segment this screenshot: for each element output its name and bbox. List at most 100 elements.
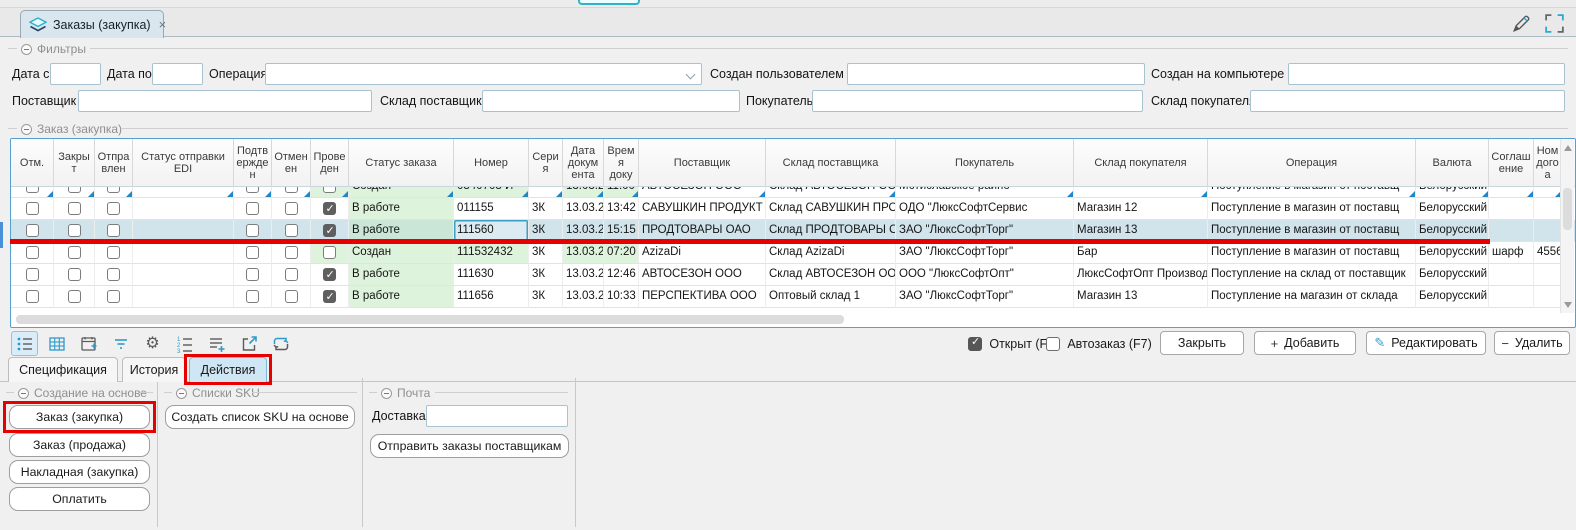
checkbox-confirmed[interactable] xyxy=(246,187,259,193)
column-header-operation[interactable]: Операция xyxy=(1208,139,1416,186)
checkbox-sent[interactable] xyxy=(107,187,120,193)
cell-otm[interactable] xyxy=(11,242,54,264)
scroll-down-icon[interactable] xyxy=(1564,302,1572,308)
cell-agreement[interactable] xyxy=(1489,286,1534,308)
cell-number[interactable]: 111656 xyxy=(454,286,529,308)
column-header-agreement[interactable]: Соглашение xyxy=(1489,139,1534,186)
column-header-sent[interactable]: Отправлен xyxy=(95,139,133,186)
cell-agreement[interactable] xyxy=(1489,198,1534,220)
cell-date[interactable]: 13.03.24 xyxy=(563,187,604,198)
cell-supplier_wh[interactable]: Склад АВТОСЕЗОН ООО xyxy=(766,187,896,198)
checkbox-otm[interactable] xyxy=(26,224,39,237)
cell-series[interactable]: 3К xyxy=(529,242,563,264)
supplier-input[interactable] xyxy=(78,90,372,112)
order-sale-button[interactable]: Заказ (продажа) xyxy=(9,433,150,457)
grid-view-icon[interactable] xyxy=(43,331,70,356)
cell-confirmed[interactable] xyxy=(234,187,272,198)
details-view-icon[interactable] xyxy=(11,331,38,356)
date-to-input[interactable] xyxy=(152,63,203,85)
cell-date[interactable]: 13.03.24 xyxy=(563,286,604,308)
cell-status[interactable]: Создан xyxy=(349,242,454,264)
collapse-icon[interactable] xyxy=(18,388,29,399)
cell-time[interactable]: 13:42 xyxy=(604,198,639,220)
cell-posted[interactable] xyxy=(311,264,349,286)
column-header-currency[interactable]: Валюта xyxy=(1416,139,1489,186)
checkbox-confirmed[interactable] xyxy=(246,246,259,259)
table-row[interactable]: В работе0111553К13.03.2413:42САВУШКИН ПР… xyxy=(11,198,1575,220)
cell-operation[interactable]: Поступление на магазин от склада xyxy=(1208,286,1416,308)
cell-buyer[interactable]: ОДО "ЛюксСофтСервис xyxy=(896,198,1074,220)
supplier-warehouse-input[interactable] xyxy=(482,90,740,112)
column-header-status[interactable]: Статус заказа xyxy=(349,139,454,186)
checkbox-closed[interactable] xyxy=(68,224,81,237)
checkbox-closed[interactable] xyxy=(68,187,81,193)
cell-currency[interactable]: Белорусский xyxy=(1416,286,1489,308)
cell-currency[interactable]: Белорусский xyxy=(1416,264,1489,286)
tab-history[interactable]: История xyxy=(122,357,186,382)
date-from-input[interactable] xyxy=(50,63,101,85)
column-header-otm[interactable]: Отм. xyxy=(11,139,54,186)
create-list-icon[interactable] xyxy=(203,331,230,356)
checkbox-confirmed[interactable] xyxy=(246,268,259,281)
checkbox-cancelled[interactable] xyxy=(285,187,298,193)
checkbox-posted[interactable] xyxy=(323,224,336,237)
collapse-icon[interactable] xyxy=(21,44,32,55)
collapse-icon[interactable] xyxy=(176,388,187,399)
cell-posted[interactable] xyxy=(311,242,349,264)
cell-supplier[interactable]: AzizaDi xyxy=(639,242,766,264)
table-row[interactable]: Создан1115324323К13.03.2407:20AzizaDiСкл… xyxy=(11,242,1575,264)
cell-contract[interactable] xyxy=(1534,286,1562,308)
cell-cancelled[interactable] xyxy=(272,286,311,308)
export-icon[interactable] xyxy=(235,331,262,356)
add-button[interactable]: + Добавить xyxy=(1254,331,1356,355)
cell-contract[interactable]: 4556 xyxy=(1534,242,1562,264)
cell-closed[interactable] xyxy=(54,242,95,264)
cell-series[interactable]: 3К xyxy=(529,264,563,286)
checkbox-otm[interactable] xyxy=(26,187,39,193)
checkbox-posted[interactable] xyxy=(323,202,336,215)
checkbox-sent[interactable] xyxy=(107,202,120,215)
checkbox-cancelled[interactable] xyxy=(285,246,298,259)
cell-time[interactable]: 10:33 xyxy=(604,286,639,308)
checkbox-confirmed[interactable] xyxy=(246,224,259,237)
column-header-posted[interactable]: Проведен xyxy=(311,139,349,186)
cell-closed[interactable] xyxy=(54,264,95,286)
edit-pencil-icon[interactable] xyxy=(1510,12,1533,35)
cell-status[interactable]: В работе xyxy=(349,264,454,286)
cell-closed[interactable] xyxy=(54,286,95,308)
calendar-add-icon[interactable] xyxy=(75,331,102,356)
cell-date[interactable]: 13.03.24 xyxy=(563,198,604,220)
cell-otm[interactable] xyxy=(11,187,54,198)
cell-buyer_wh[interactable] xyxy=(1074,187,1208,198)
cell-edi[interactable] xyxy=(133,198,234,220)
buyer-warehouse-input[interactable] xyxy=(1250,90,1565,112)
table-row[interactable]: В работе1116563К13.03.2410:33ПЕРСПЕКТИВА… xyxy=(11,286,1575,308)
cell-supplier_wh[interactable]: Склад САВУШКИН ПРОДУКТ xyxy=(766,198,896,220)
checkbox-otm[interactable] xyxy=(26,268,39,281)
cell-buyer[interactable]: ЗАО "ЛюксСофтТорг" xyxy=(896,286,1074,308)
cell-series[interactable]: 3К xyxy=(529,286,563,308)
cell-date[interactable]: 13.03.24 xyxy=(563,242,604,264)
table-row[interactable]: В работе1116303К13.03.2412:46АВТОСЕЗОН О… xyxy=(11,264,1575,286)
cell-supplier_wh[interactable]: Склад АВТОСЕЗОН ООО xyxy=(766,264,896,286)
autoorder-f7-checkbox[interactable] xyxy=(1046,337,1060,351)
cell-edi[interactable] xyxy=(133,286,234,308)
cell-sent[interactable] xyxy=(95,264,133,286)
cell-otm[interactable] xyxy=(11,198,54,220)
checkbox-closed[interactable] xyxy=(68,268,81,281)
cell-agreement[interactable] xyxy=(1489,220,1534,242)
cell-cancelled[interactable] xyxy=(272,198,311,220)
column-header-number[interactable]: Номер xyxy=(454,139,529,186)
create-sku-list-button[interactable]: Создать список SKU на основе xyxy=(165,405,355,429)
tab-specification[interactable]: Спецификация xyxy=(8,357,118,382)
cell-confirmed[interactable] xyxy=(234,198,272,220)
cell-operation[interactable]: Поступление в магазин от поставщ xyxy=(1208,242,1416,264)
cell-operation[interactable]: Поступление в магазин от поставщ xyxy=(1208,198,1416,220)
checkbox-confirmed[interactable] xyxy=(246,202,259,215)
column-header-series[interactable]: Серия xyxy=(529,139,563,186)
created-on-computer-input[interactable] xyxy=(1288,63,1565,85)
send-orders-to-suppliers-button[interactable]: Отправить заказы поставщикам xyxy=(370,434,569,458)
cell-supplier[interactable]: АВТОСЕЗОН ООО xyxy=(639,264,766,286)
cell-operation[interactable]: Поступление на склад от поставщик xyxy=(1208,264,1416,286)
pay-button[interactable]: Оплатить xyxy=(9,487,150,511)
